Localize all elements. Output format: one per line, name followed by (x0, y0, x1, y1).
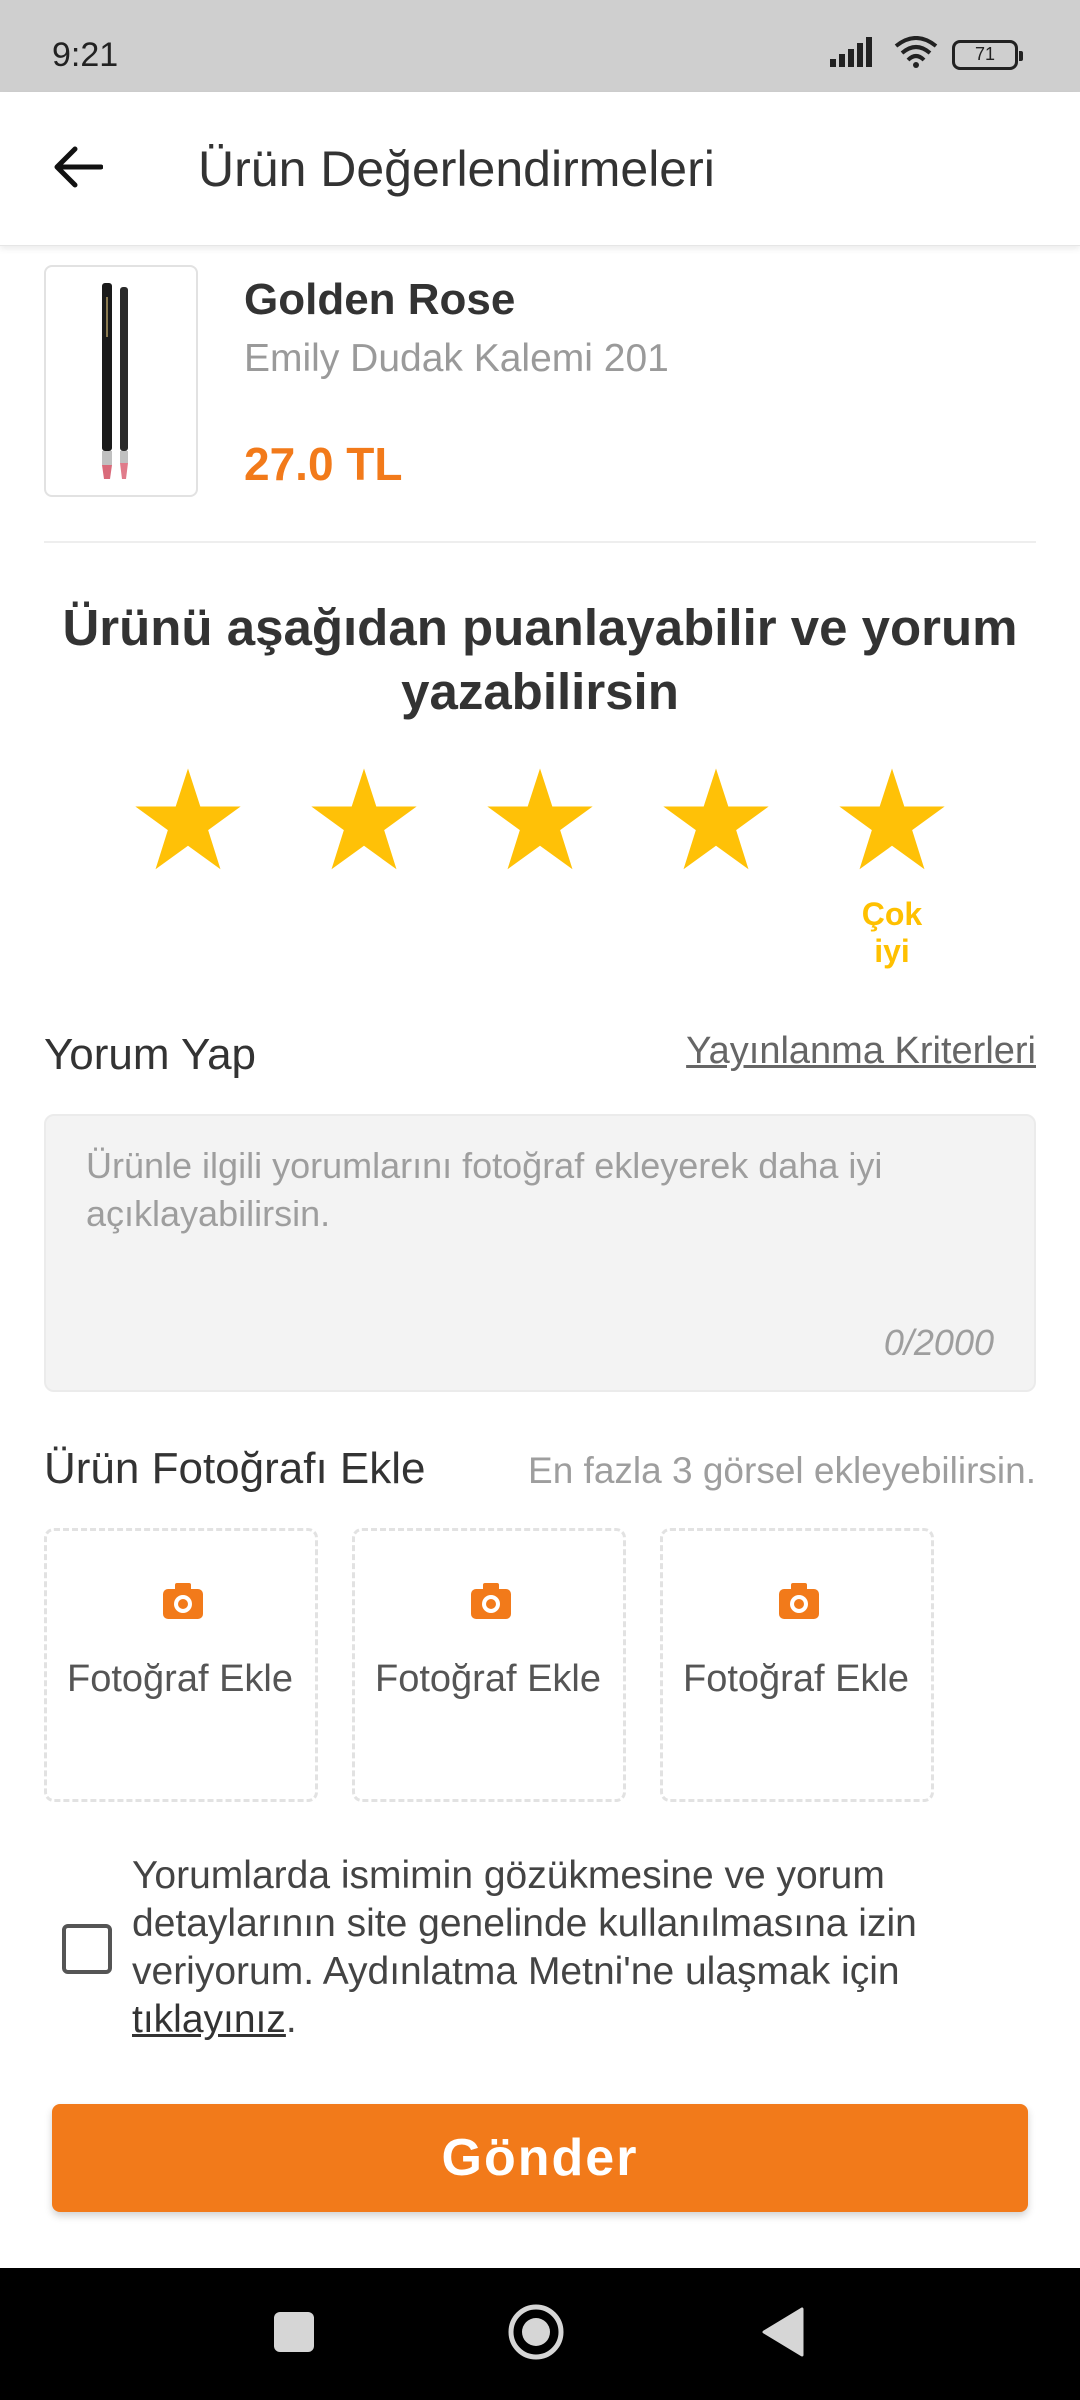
product-card: Golden Rose Emily Dudak Kalemi 201 27.0 … (44, 265, 1036, 543)
add-photo-label: Fotoğraf Ekle (683, 1658, 909, 1700)
consent-text: Yorumlarda ismimin gözükmesine ve yorum … (132, 1852, 1032, 2044)
photo-section-title: Ürün Fotoğrafı Ekle (44, 1444, 426, 1493)
star-icon (484, 764, 596, 876)
circle-icon (506, 2302, 566, 2367)
product-price: 27.0 TL (244, 438, 403, 490)
recents-button[interactable] (262, 2302, 326, 2366)
star-2[interactable] (308, 764, 420, 876)
star-4[interactable] (660, 764, 772, 876)
product-brand: Golden Rose (244, 275, 516, 324)
photo-hint: En fazla 3 görsel ekleyebilirsin. (528, 1450, 1036, 1491)
star-rating (132, 764, 952, 884)
back-nav-button[interactable] (750, 2302, 814, 2366)
submit-button[interactable]: Gönder (52, 2104, 1028, 2212)
camera-icon (777, 1581, 821, 1621)
star-icon (132, 764, 244, 876)
star-icon (308, 764, 420, 876)
comment-input[interactable] (86, 1142, 996, 1312)
rating-heading: Ürünü aşağıdan puanlayabilir ve yorum ya… (62, 599, 1018, 720)
triangle-back-icon (760, 2307, 804, 2362)
camera-icon (469, 1581, 513, 1621)
character-counter: 0/2000 (883, 1322, 994, 1363)
signal-icon (830, 37, 880, 72)
star-5[interactable] (836, 764, 948, 876)
consent-suffix: . (285, 1998, 297, 2041)
star-icon (836, 764, 948, 876)
wifi-icon (894, 36, 938, 73)
star-icon (660, 764, 772, 876)
product-name: Emily Dudak Kalemi 201 (244, 337, 669, 380)
square-icon (272, 2310, 316, 2359)
add-photo-button-3[interactable]: Fotoğraf Ekle (660, 1528, 934, 1802)
back-button[interactable] (40, 132, 114, 206)
publishing-criteria-link[interactable]: Yayınlanma Kriterleri (686, 1030, 1036, 1073)
battery-icon: 71 (952, 39, 1023, 70)
status-icons: 71 (830, 36, 1023, 73)
comment-box: 0/2000 (44, 1114, 1036, 1392)
product-image (44, 265, 198, 497)
status-time: 9:21 (52, 36, 119, 74)
consent-body: Yorumlarda ismimin gözükmesine ve yorum … (132, 1854, 917, 1993)
status-bar: 9:21 71 (0, 0, 1080, 92)
add-photo-button-1[interactable]: Fotoğraf Ekle (44, 1528, 318, 1802)
page-title: Ürün Değerlendirmeleri (198, 141, 715, 197)
add-photo-label: Fotoğraf Ekle (67, 1658, 293, 1700)
star-1[interactable] (132, 764, 244, 876)
add-photo-button-2[interactable]: Fotoğraf Ekle (352, 1528, 626, 1802)
consent-checkbox[interactable] (62, 1924, 112, 1974)
camera-icon (161, 1581, 205, 1621)
app-header: Ürün Değerlendirmeleri (0, 92, 1080, 246)
disclosure-link[interactable]: tıklayınız (132, 1998, 286, 2041)
arrow-left-icon (51, 145, 104, 194)
rating-label: Çok iyi (861, 896, 923, 969)
home-button[interactable] (504, 2302, 568, 2366)
system-nav-bar (0, 2268, 1080, 2400)
comment-title: Yorum Yap (44, 1030, 257, 1079)
star-3[interactable] (484, 764, 596, 876)
add-photo-label: Fotoğraf Ekle (375, 1658, 601, 1700)
